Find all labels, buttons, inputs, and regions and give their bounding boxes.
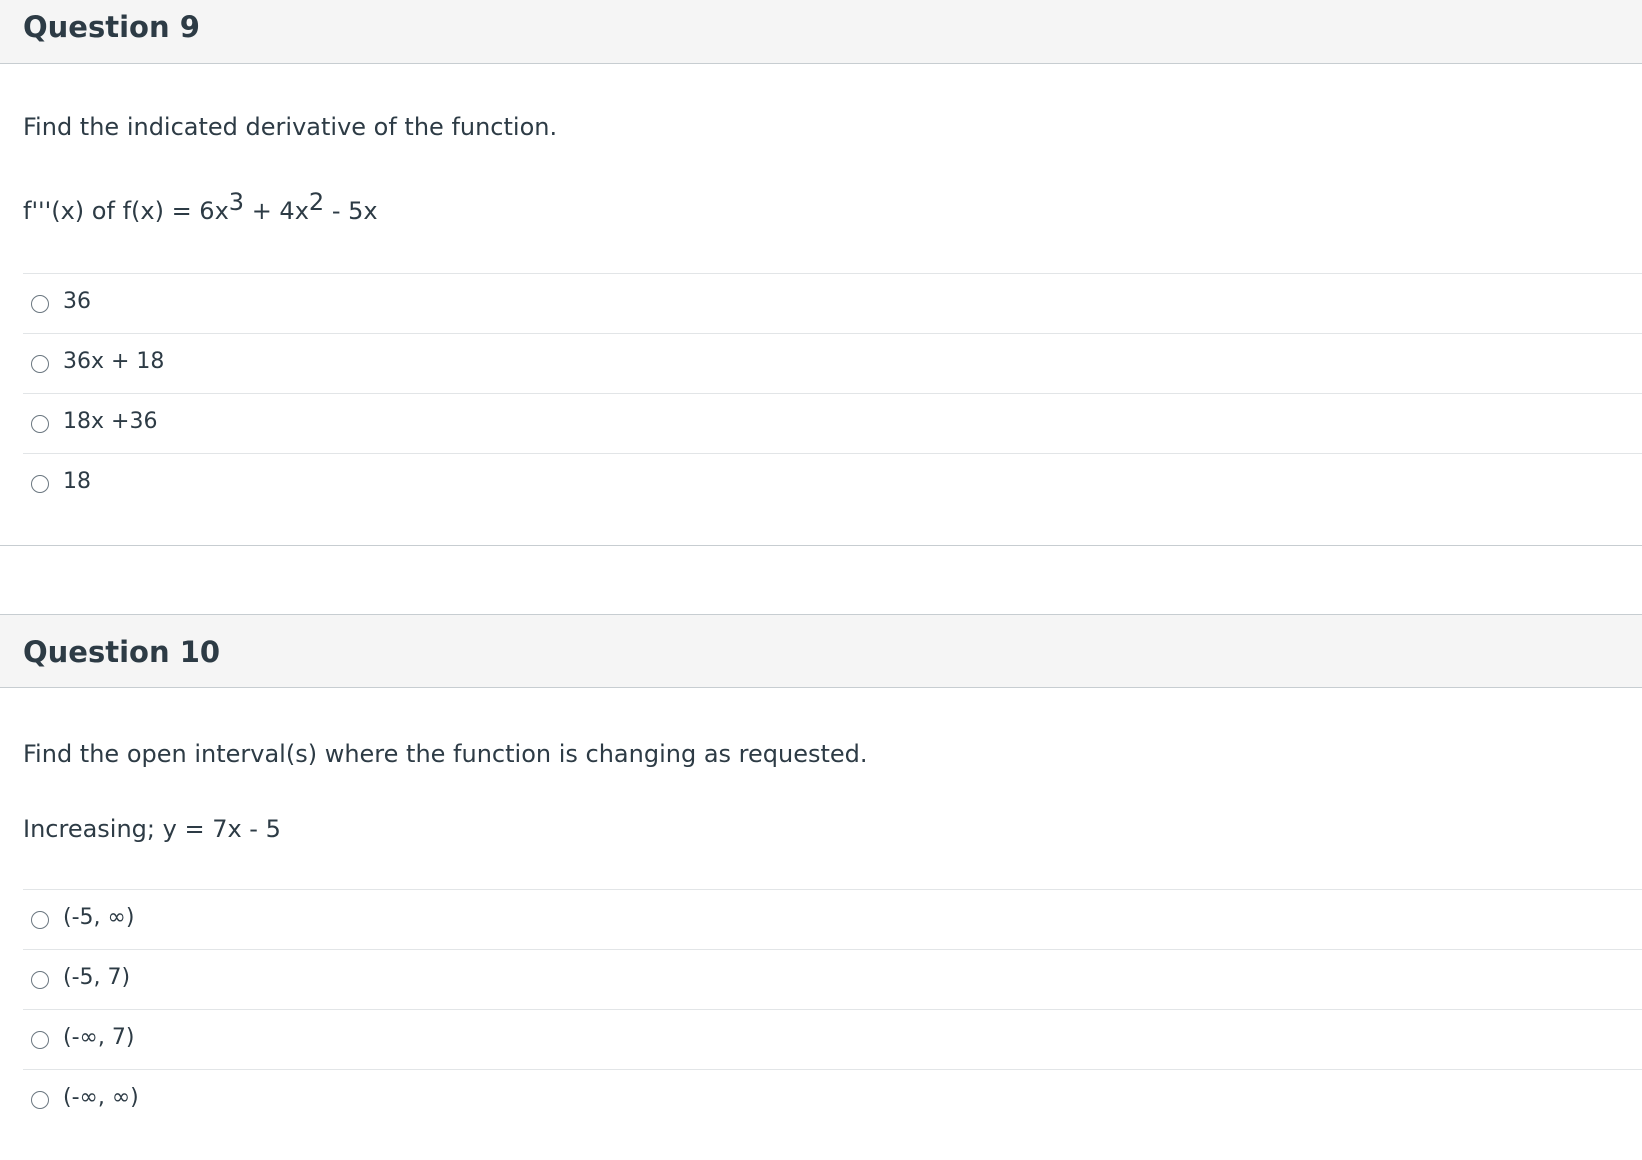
answer-label: 36x + 18 (63, 349, 165, 374)
answer-label: 36 (63, 289, 91, 314)
answer-option[interactable]: 18x +36 (23, 394, 1642, 454)
answer-option[interactable]: 18 (23, 454, 1642, 514)
question-expression: f'''(x) of f(x) = 6x3 + 4x2 - 5x (23, 190, 378, 225)
answer-option[interactable]: (-5, 7) (23, 950, 1642, 1010)
question-header: Question 10 (0, 615, 1642, 688)
radio-button[interactable] (31, 971, 49, 989)
radio-button[interactable] (31, 475, 49, 493)
radio-button[interactable] (31, 355, 49, 373)
answer-label: (-5, ∞) (63, 905, 135, 930)
answer-label: 18 (63, 469, 91, 494)
question-title: Question 10 (23, 635, 221, 669)
expression-exponent: 3 (228, 188, 245, 216)
radio-button[interactable] (31, 415, 49, 433)
expression-part: f'''(x) of f(x) = 6x (23, 197, 229, 225)
radio-button[interactable] (31, 1091, 49, 1109)
quiz-page: Question 9 Find the indicated derivative… (0, 0, 1642, 1160)
question-prompt: Find the open interval(s) where the func… (23, 740, 868, 768)
answer-label: (-∞, 7) (63, 1025, 135, 1050)
question-9: Question 9 Find the indicated derivative… (0, 0, 1642, 546)
answer-list: 36 36x + 18 18x +36 18 (23, 273, 1642, 514)
radio-button[interactable] (31, 911, 49, 929)
question-10: Question 10 Find the open interval(s) wh… (0, 614, 1642, 1160)
radio-button[interactable] (31, 295, 49, 313)
expression-exponent: 2 (308, 188, 325, 216)
radio-button[interactable] (31, 1031, 49, 1049)
answer-label: (-∞, ∞) (63, 1085, 139, 1110)
question-title: Question 9 (23, 10, 200, 44)
answer-option[interactable]: 36x + 18 (23, 334, 1642, 394)
answer-option[interactable]: (-5, ∞) (23, 890, 1642, 950)
answer-list: (-5, ∞) (-5, 7) (-∞, 7) (-∞, ∞) (23, 889, 1642, 1130)
answer-label: 18x +36 (63, 409, 158, 434)
answer-option[interactable]: 36 (23, 274, 1642, 334)
question-header: Question 9 (0, 0, 1642, 64)
expression-part: + 4x (244, 197, 309, 225)
question-prompt: Find the indicated derivative of the fun… (23, 113, 558, 141)
answer-option[interactable]: (-∞, ∞) (23, 1070, 1642, 1130)
question-expression: Increasing; y = 7x - 5 (23, 815, 281, 843)
answer-option[interactable]: (-∞, 7) (23, 1010, 1642, 1070)
expression-part: - 5x (324, 197, 378, 225)
answer-label: (-5, 7) (63, 965, 131, 990)
